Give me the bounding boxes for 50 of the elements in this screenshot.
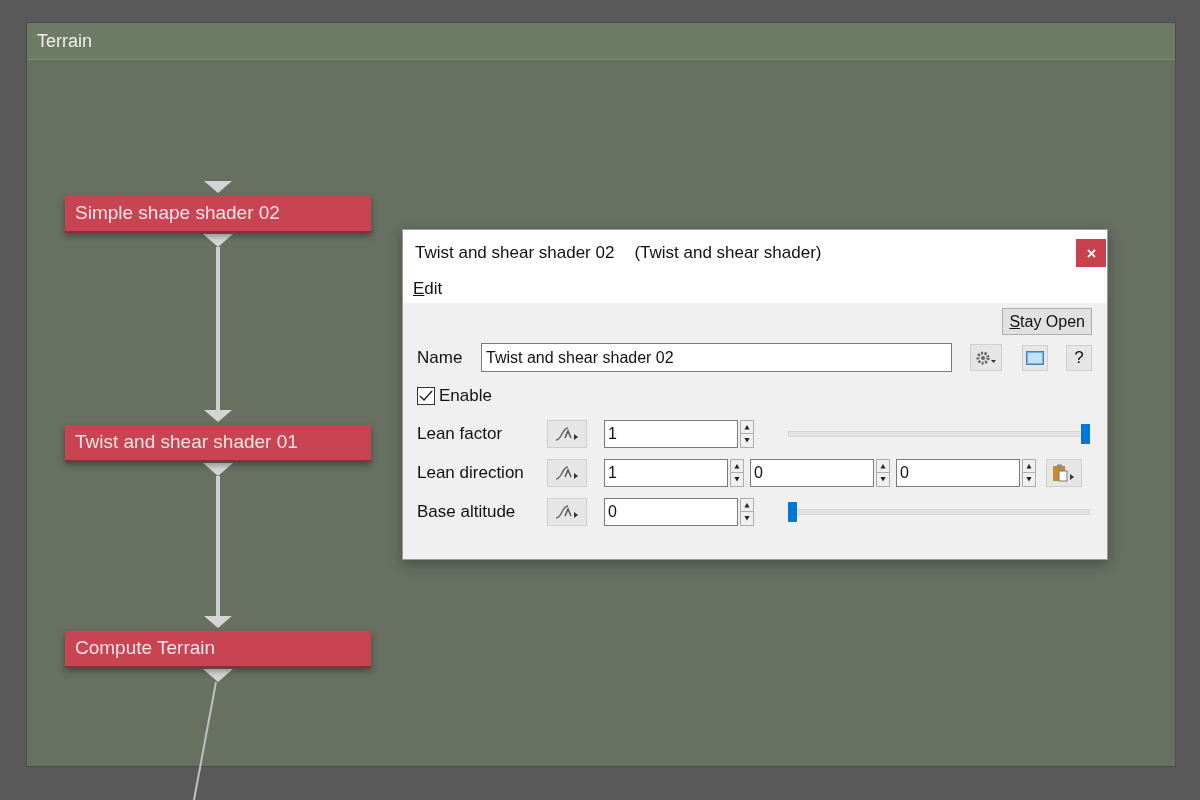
- animate-button[interactable]: [547, 497, 587, 526]
- spinner-arrows[interactable]: [740, 497, 754, 526]
- output-arrow-icon: [203, 234, 233, 247]
- curve-keyframe-icon: [554, 464, 580, 481]
- panel-title: Terrain: [37, 29, 93, 53]
- paste-button[interactable]: [1046, 458, 1082, 487]
- slider[interactable]: [788, 501, 1090, 522]
- spinner-arrows[interactable]: [740, 419, 754, 448]
- graph-node[interactable]: Simple shape shader 02: [65, 196, 371, 233]
- window-icon: [1026, 350, 1044, 365]
- enable-checkbox[interactable]: Enable: [403, 383, 1107, 409]
- input-arrow-icon: [204, 410, 232, 422]
- spinner-arrows[interactable]: [730, 458, 744, 487]
- name-label: Name: [417, 346, 464, 369]
- settings-dropdown-button[interactable]: [970, 344, 1002, 371]
- checkbox[interactable]: [417, 386, 435, 405]
- number-field[interactable]: 0: [604, 497, 738, 526]
- slider[interactable]: [788, 423, 1090, 444]
- number-field[interactable]: 0: [750, 458, 874, 487]
- number-field[interactable]: 1: [604, 458, 728, 487]
- output-arrow-icon: [203, 669, 233, 682]
- slider-thumb[interactable]: [1081, 423, 1090, 444]
- curve-keyframe-icon: [554, 503, 580, 520]
- output-arrow-icon: [203, 463, 233, 476]
- help-button[interactable]: ?: [1066, 344, 1092, 371]
- parameter-label: Lean factor: [417, 422, 504, 445]
- animate-button[interactable]: [547, 419, 587, 448]
- menu-item[interactable]: Edit: [413, 276, 443, 302]
- name-field[interactable]: Twist and shear shader 02: [481, 343, 952, 372]
- graph-node[interactable]: Twist and shear shader 01: [65, 425, 371, 462]
- preview-button[interactable]: [1022, 344, 1048, 371]
- input-arrow-icon: [204, 181, 232, 193]
- number-field[interactable]: 0: [896, 458, 1020, 487]
- stay-open-button[interactable]: Stay Open: [1002, 308, 1092, 335]
- parameter-label: Base altitude: [417, 500, 517, 523]
- slider-thumb[interactable]: [788, 501, 797, 522]
- parameter-label: Lean direction: [417, 461, 525, 484]
- close-icon: [1086, 248, 1096, 258]
- dialog-subtitle: (Twist and shear shader): [634, 242, 822, 265]
- check-icon: [419, 389, 433, 402]
- number-field[interactable]: 1: [604, 419, 738, 448]
- curve-keyframe-icon: [554, 425, 580, 442]
- close-button[interactable]: [1076, 239, 1106, 267]
- spinner-arrows[interactable]: [876, 458, 890, 487]
- spinner-arrows[interactable]: [1022, 458, 1036, 487]
- graph-node[interactable]: Compute Terrain: [65, 631, 371, 668]
- gear-icon: [974, 349, 998, 366]
- animate-button[interactable]: [547, 458, 587, 487]
- input-arrow-icon: [204, 616, 232, 628]
- dialog-title: Twist and shear shader 02: [415, 242, 615, 265]
